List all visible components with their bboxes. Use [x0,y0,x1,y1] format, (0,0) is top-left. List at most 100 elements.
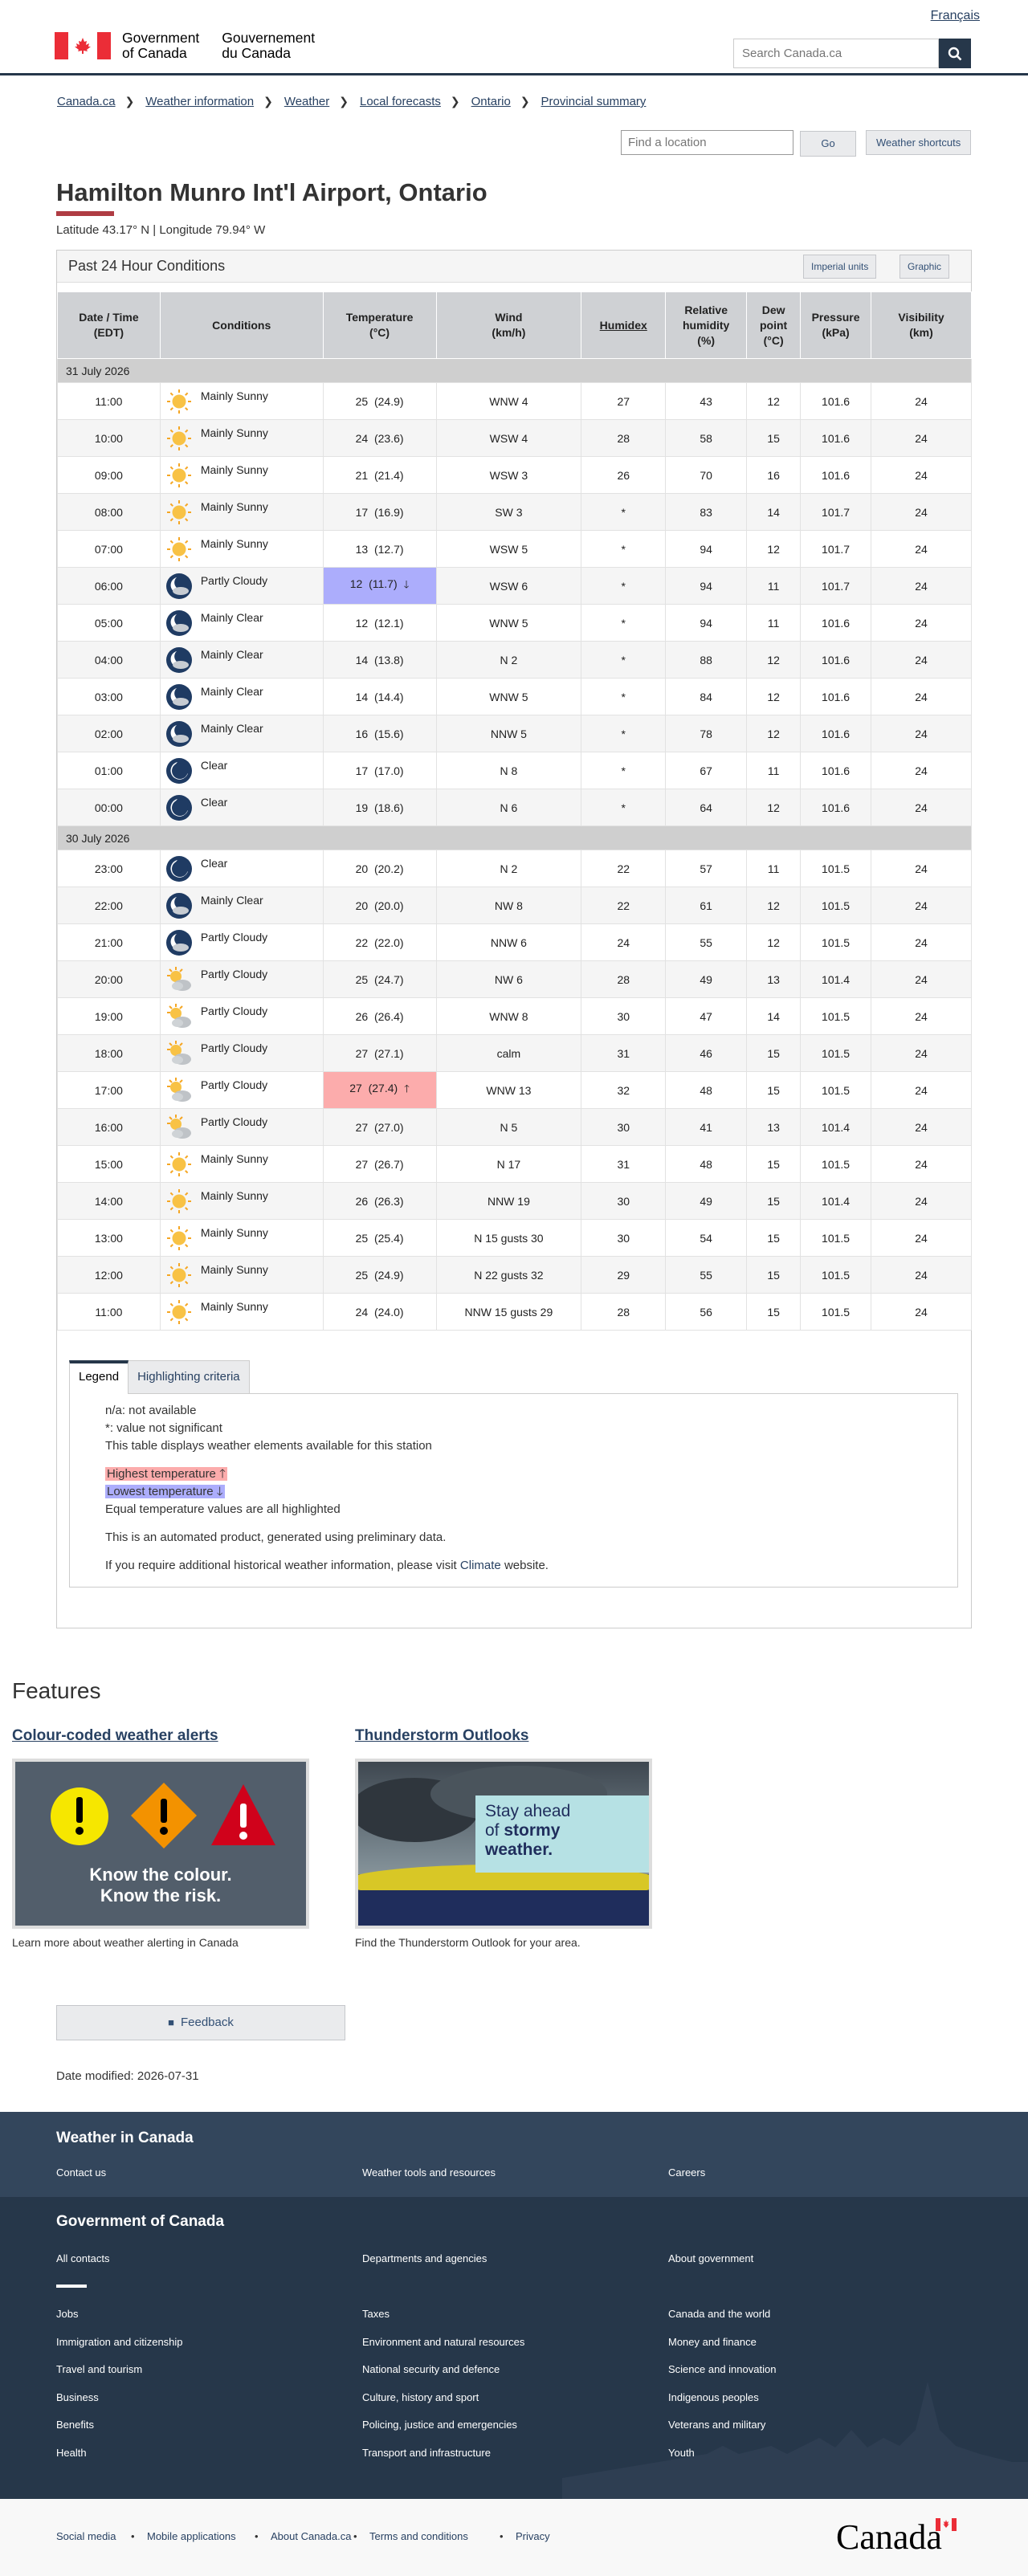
table-row: 03:00 Mainly Clear 14 (14.4) WNW 5 * 84 12 101.… [57,678,972,715]
humidex-cell: 27 [581,382,667,420]
visibility-cell: 24 [871,1071,972,1109]
breadcrumb-link[interactable]: Weather information [145,95,254,108]
breadcrumb-link[interactable]: Local forecasts [360,95,441,108]
footer-link[interactable]: Money and finance [668,2336,757,2348]
humidex-cell: * [581,752,667,789]
footer-link[interactable]: Veterans and military [668,2419,765,2431]
visibility-cell: 24 [871,752,972,789]
breadcrumb-link[interactable]: Canada.ca [57,95,116,108]
footer-link[interactable]: Culture, history and sport [362,2391,479,2403]
humidex-cell: 24 [581,923,667,961]
footer-link[interactable]: Contact us [56,2166,106,2179]
conditions-text: Mainly Clear [200,611,263,624]
footer-link[interactable]: Departments and agencies [362,2252,487,2264]
temperature-exact: (25.4) [373,1231,404,1245]
humidex-cell: 22 [581,887,667,924]
temperature-rounded: 27 [355,1120,369,1134]
footer-link[interactable]: Jobs [56,2308,78,2320]
alerts-feature-link[interactable]: Colour-coded weather alerts [12,1727,218,1745]
visibility-cell: 24 [871,419,972,457]
conditions-cell: Partly Cloudy [159,1108,324,1146]
thunderstorm-feature-link[interactable]: Thunderstorm Outlooks [355,1727,528,1745]
go-button[interactable]: Go [800,131,856,157]
separator-dot: • [255,2530,259,2542]
footer-divider [56,2285,87,2288]
humidex-cell: 28 [581,1293,667,1331]
footer-link[interactable]: About government [668,2252,753,2264]
footer-link[interactable]: Environment and natural resources [362,2336,524,2348]
tab-highlighting-criteria[interactable]: Highlighting criteria [128,1360,250,1394]
breadcrumb-link[interactable]: Provincial summary [541,95,647,108]
graphic-button[interactable]: Graphic [900,255,950,279]
humidity-cell: 54 [665,1219,748,1257]
visibility-cell: 24 [871,456,972,494]
temperature-cell: 27 (26.7) [322,1145,437,1183]
tab-legend[interactable]: Legend [69,1360,129,1394]
gov-signature[interactable]: Government of Canada Gouvernement du Can… [55,31,315,61]
find-location-input[interactable] [621,130,793,155]
breadcrumb-link[interactable]: Weather [284,95,329,108]
humidity-cell: 55 [665,923,748,961]
temperature-exact: (20.2) [373,862,404,875]
footer-link[interactable]: Weather tools and resources [362,2166,496,2179]
footer-link[interactable]: Canada and the world [668,2308,770,2320]
footer-link[interactable]: Policing, justice and emergencies [362,2419,517,2431]
climate-link[interactable]: Climate [460,1559,501,1572]
sun-icon [165,462,193,489]
sun-cloud-icon [165,966,193,993]
search-input[interactable] [733,39,939,68]
feedback-button[interactable]: ■ Feedback [56,2005,345,2040]
footer-bottom-link[interactable]: About Canada.ca [271,2530,351,2542]
table-row: 08:00 Mainly Sunny 17 (16.9) SW 3 * 83 14 101.7… [57,493,972,531]
night-cloud-icon [165,609,193,637]
wind-cell: WNW 8 [435,997,582,1035]
temperature-cell: 21 (21.4) [322,456,437,494]
footer-link[interactable]: Transport and infrastructure [362,2447,491,2459]
thunderstorm-feature-image[interactable]: Stay ahead of stormy weather. [355,1759,652,1929]
breadcrumb-link[interactable]: Ontario [471,95,511,108]
footer-link[interactable]: All contacts [56,2252,109,2264]
humidex-cell: * [581,530,667,568]
col-humidex-link[interactable]: Humidex [581,291,667,359]
sun-icon [165,536,193,563]
footer-link[interactable]: Science and innovation [668,2363,776,2375]
footer-link[interactable]: Immigration and citizenship [56,2336,183,2348]
humidity-cell: 64 [665,789,748,826]
footer-bottom-link[interactable]: Social media [56,2530,116,2542]
footer-link[interactable]: Benefits [56,2419,94,2431]
wind-cell: calm [435,1034,582,1072]
visibility-cell: 24 [871,1219,972,1257]
sun-icon [165,1262,193,1289]
dewpoint-cell: 12 [746,382,802,420]
visibility-cell: 24 [871,567,972,605]
language-toggle-link[interactable]: Français [931,9,980,23]
footer-bottom-link[interactable]: Mobile applications [147,2530,236,2542]
temperature-cell: 25 (24.7) [322,960,437,998]
temperature-rounded: 20 [355,862,369,875]
humidity-cell: 57 [665,850,748,887]
footer-link[interactable]: Travel and tourism [56,2363,142,2375]
past-24h-panel: Past 24 Hour Conditions Imperial units G… [56,250,972,1628]
humidex-cell: 31 [581,1145,667,1183]
footer-link[interactable]: Health [56,2447,87,2459]
footer-link[interactable]: Business [56,2391,99,2403]
footer-bottom-link[interactable]: Terms and conditions [369,2530,468,2542]
footer-bottom-link[interactable]: Privacy [516,2530,550,2542]
temperature-rounded: 19 [355,801,369,814]
temperature-rounded: 12 [355,616,369,630]
footer-link[interactable]: Indigenous peoples [668,2391,759,2403]
pressure-cell: 101.7 [800,567,872,605]
alerts-feature-image[interactable]: Know the colour. Know the risk. [12,1759,309,1929]
footer-link[interactable]: Youth [668,2447,695,2459]
table-row: 19:00 Partly Cloudy 26 (26.4) WNW 8 30 47 14 10… [57,997,972,1035]
temperature-exact: (21.4) [373,468,404,482]
search-button[interactable] [939,39,971,68]
visibility-cell: 24 [871,887,972,924]
gov-footer-title: Government of Canada [56,2213,225,2230]
imperial-units-button[interactable]: Imperial units [803,255,877,279]
footer-link[interactable]: National security and defence [362,2363,500,2375]
weather-shortcuts-button[interactable]: Weather shortcuts [866,130,972,155]
footer-link[interactable]: Taxes [362,2308,390,2320]
canada-flag-icon [55,32,111,59]
footer-link[interactable]: Careers [668,2166,705,2179]
